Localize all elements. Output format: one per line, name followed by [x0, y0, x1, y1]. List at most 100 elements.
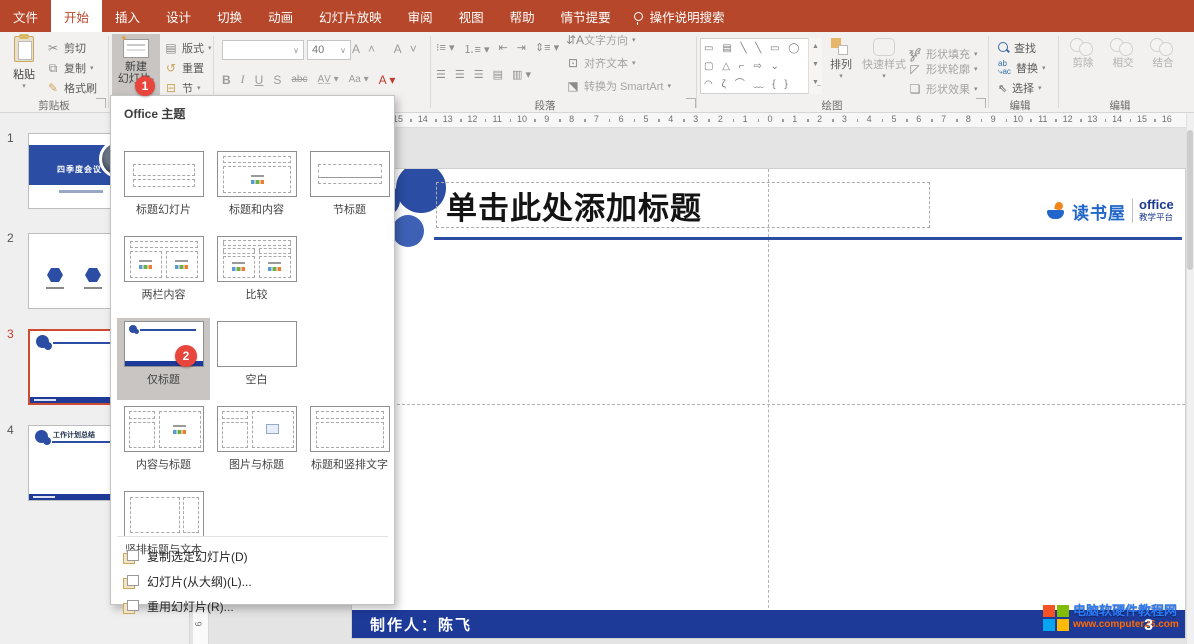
tab-slideshow[interactable]: 幻灯片放映 [306, 0, 395, 32]
copy-button[interactable]: ⧉复制▾ [46, 60, 94, 76]
logo-platform: 教学平台 [1139, 211, 1174, 223]
tell-me-search[interactable]: 操作说明搜索 [624, 0, 735, 32]
merge-subtract-icon [1070, 38, 1096, 56]
align-left-button[interactable]: ☰ [436, 68, 446, 81]
format-painter-button[interactable]: ✎格式刷 [46, 80, 97, 96]
slide2-hexagon [85, 268, 101, 282]
char-spacing-button[interactable]: A̲V̲ ▾ [317, 74, 338, 85]
grow-shrink-font-buttons[interactable]: A˄ A˅ [352, 42, 425, 56]
font-name-combo[interactable]: ∨ [222, 40, 304, 60]
paragraph-stack: ⇵A文字方向▾ ⊡对齐文本▾ ⬔转换为 SmartArt▾ [566, 32, 696, 101]
layout-two-content[interactable]: 两栏内容 [117, 233, 210, 315]
bullets-button[interactable]: ⁝≡ ▾ [436, 41, 455, 57]
tab-review[interactable]: 审阅 [395, 0, 446, 32]
title-placeholder[interactable]: 单击此处添加标题 [436, 182, 930, 228]
font-size-combo[interactable]: 40∨ [307, 40, 351, 60]
replace-button[interactable]: ab⤷ac替换▾ [998, 60, 1046, 76]
windows-flag-icon [1043, 605, 1069, 631]
tab-view[interactable]: 视图 [446, 0, 497, 32]
layout-picture-with-caption[interactable]: 图片与标题 [210, 403, 303, 485]
convert-smartart-button[interactable]: ⬔转换为 SmartArt▾ [566, 78, 696, 94]
layout-title-and-content[interactable]: 标题和内容 [210, 148, 303, 230]
menu-bar: 文件 开始 插入 设计 切换 动画 幻灯片放映 审阅 视图 帮助 情节提要 操作… [0, 0, 1194, 32]
layout-blank[interactable]: 空白 [210, 318, 303, 400]
slides-from-outline-item[interactable]: 幻灯片(从大纲)(L)... [111, 569, 394, 594]
merge-combine-button[interactable]: 结合 [1150, 38, 1176, 69]
layout-dropdown-header: Office 主题 [111, 96, 394, 126]
shape-outline-icon: ◸ [908, 62, 922, 76]
site-logo: 读书屋 office 教学平台 [1046, 191, 1185, 231]
line-spacing-button[interactable]: ⇕≡ ▾ [535, 41, 559, 57]
font-size-value: 40 [312, 44, 324, 56]
tab-file[interactable]: 文件 [0, 0, 51, 32]
layout-title-slide[interactable]: 标题幻灯片 [117, 148, 210, 230]
slide-number-4: 4 [7, 423, 14, 437]
reader-icon [1046, 201, 1066, 221]
align-right-button[interactable]: ☰ [474, 68, 484, 81]
dropdown-separator [117, 536, 388, 537]
paragraph-row2: ☰ ☰ ☰ ▤ ▥ ▾ [436, 68, 531, 81]
font-color-button[interactable]: A ▾ [379, 73, 396, 87]
clipboard-dialog-launcher[interactable] [96, 98, 106, 108]
align-center-button[interactable]: ☰ [455, 68, 465, 81]
align-text-button[interactable]: ⊡对齐文本▾ [566, 55, 696, 71]
reuse-slides-item[interactable]: 重用幻灯片(R)... [111, 594, 394, 619]
increase-indent-button[interactable]: ⇥ [517, 41, 526, 57]
italic-button[interactable]: I [241, 72, 245, 87]
watermark-url: www.computer26.com [1073, 618, 1179, 632]
change-case-button[interactable]: Aa ▾ [349, 74, 369, 85]
shapes-gallery-scrollbar[interactable]: ▲▼▼̲ [808, 38, 822, 94]
tab-home[interactable]: 开始 [51, 0, 102, 32]
paste-button[interactable]: 粘贴 ▾ [6, 36, 42, 98]
logo-separator [1132, 199, 1133, 223]
select-button[interactable]: ⇖选择▾ [998, 80, 1042, 96]
text-direction-button[interactable]: ⇵A文字方向▾ [566, 32, 696, 48]
merge-subtract-button[interactable]: 剪除 [1070, 38, 1096, 69]
horizontal-guide[interactable] [352, 404, 1185, 405]
layout-content-with-caption[interactable]: 内容与标题 [117, 403, 210, 485]
tab-animations[interactable]: 动画 [255, 0, 306, 32]
section-button[interactable]: ⊟节▾ [164, 80, 201, 96]
shape-outline-button[interactable]: ◸形状轮廓▾ [908, 61, 978, 77]
tab-storyboarding[interactable]: 情节提要 [548, 0, 624, 32]
merge-intersect-icon [1110, 38, 1136, 56]
slide-number-3: 3 [7, 327, 14, 341]
merge-intersect-button[interactable]: 相交 [1110, 38, 1136, 69]
align-text-icon: ⊡ [566, 56, 580, 70]
layout-icon: ▤ [164, 41, 178, 55]
cut-button[interactable]: ✂剪切 [46, 40, 86, 56]
numbering-button[interactable]: ⒈≡ ▾ [464, 41, 490, 57]
shapes-gallery[interactable]: ▭ ▤ ╲ ╲ ▭ ◯▢ △ ⌐ ⇨ ⌄◠ ζ ⌒ ﹏ { } [700, 38, 822, 94]
slide-canvas[interactable]: 单击此处添加标题 读书屋 office 教学平台 制作人：陈飞 电脑软硬件教程网… [352, 169, 1185, 638]
layout-title-and-vertical-text[interactable]: 标题和竖排文字 [303, 403, 396, 485]
layout-button[interactable]: ▤版式▾ [164, 40, 212, 56]
decrease-indent-button[interactable]: ⇤ [499, 41, 508, 57]
paragraph-dialog-launcher[interactable] [686, 98, 696, 108]
tab-insert[interactable]: 插入 [102, 0, 153, 32]
reset-icon: ↺ [164, 61, 178, 75]
shadow-button[interactable]: S [273, 73, 281, 87]
clipboard-icon [14, 36, 34, 62]
drawing-dialog-launcher[interactable] [976, 98, 986, 108]
layout-comparison[interactable]: 比较 [210, 233, 303, 315]
arrange-button[interactable]: 排列▾ [830, 38, 852, 80]
slide-number-2: 2 [7, 231, 14, 245]
strikethrough-button[interactable]: abc [291, 74, 307, 85]
tab-transitions[interactable]: 切换 [204, 0, 255, 32]
vertical-scrollbar-thumb[interactable] [1187, 130, 1193, 270]
justify-button[interactable]: ▤ [493, 68, 503, 81]
columns-button[interactable]: ▥ ▾ [512, 68, 531, 81]
tab-design[interactable]: 设计 [153, 0, 204, 32]
tab-help[interactable]: 帮助 [497, 0, 548, 32]
reset-button[interactable]: ↺重置 [164, 60, 204, 76]
smartart-icon: ⬔ [566, 79, 580, 93]
shape-effects-button[interactable]: ❏形状效果▾ [908, 81, 978, 97]
layout-section-header[interactable]: 节标题 [303, 148, 396, 230]
find-button[interactable]: 查找 [998, 40, 1036, 56]
bold-button[interactable]: B [222, 73, 231, 87]
duplicate-selected-slides-item[interactable]: 复制选定幻灯片(D) [111, 544, 394, 569]
paste-dropdown-arrow[interactable]: ▾ [22, 82, 26, 90]
underline-button[interactable]: U [255, 73, 264, 87]
quick-styles-button[interactable]: 快速样式▾ [862, 38, 906, 80]
merge-combine-icon [1150, 38, 1176, 56]
